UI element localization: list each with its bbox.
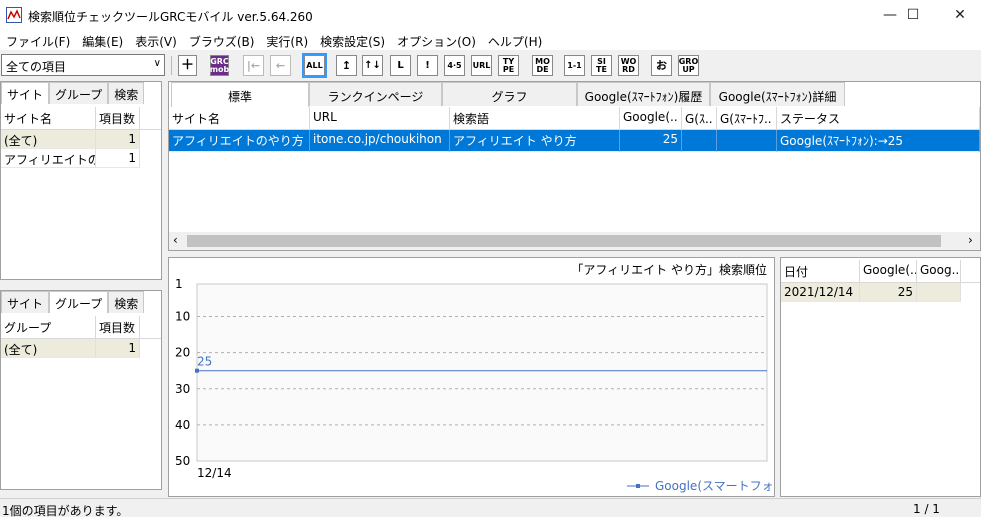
data-label: 25 xyxy=(197,355,212,369)
word-button[interactable]: WO RD xyxy=(618,55,639,76)
status-message: 1個の項目があります。 xyxy=(2,504,129,517)
scrollbar-thumb[interactable] xyxy=(187,235,941,247)
tab-rank-in-page[interactable]: ランクインページ xyxy=(309,82,442,106)
menu-bar: ファイル(F) 編集(E) 表示(V) ブラウズ(B) 実行(R) 検索設定(S… xyxy=(0,30,981,50)
tab-group[interactable]: グループ xyxy=(49,291,109,313)
title-bar: 検索順位チェックツールGRCモバイル ver.5.64.260 — ☐ ✕ xyxy=(0,0,981,30)
site-panel: サイト グループ 検索 サイト名 項目数 (全て) 1 アフィリエイトのや.. … xyxy=(0,81,162,280)
status-bar: 1個の項目があります。 1 / 1 xyxy=(0,498,981,517)
url-button[interactable]: URL xyxy=(471,55,492,76)
menu-run[interactable]: 実行(R) xyxy=(260,30,314,50)
y-tick-label: 10 xyxy=(175,310,190,324)
history-panel: 日付 Google(.. Goog.. 2021/12/14 25 xyxy=(780,257,981,497)
column-header-status[interactable]: ステータス xyxy=(777,107,980,129)
first-button[interactable]: |← xyxy=(243,55,264,76)
tab-site[interactable]: サイト xyxy=(1,291,50,313)
tab-search[interactable]: 検索 xyxy=(108,82,145,104)
toolbar-separator xyxy=(171,56,172,75)
group-button[interactable]: GRO UP xyxy=(678,55,699,76)
app-icon xyxy=(6,7,22,23)
column-header-site-name[interactable]: サイト名 xyxy=(169,107,310,129)
page-indicator: 1 / 1 xyxy=(913,502,940,516)
list-item[interactable]: アフィリエイトのや.. 1 xyxy=(1,149,140,168)
up-rank-button[interactable]: ↥ xyxy=(336,55,357,76)
column-header-google[interactable]: Google(.. xyxy=(860,260,917,282)
updown-button[interactable]: ↑↓ xyxy=(362,55,383,76)
menu-edit[interactable]: 編集(E) xyxy=(76,30,129,50)
tab-group[interactable]: グループ xyxy=(49,82,109,104)
grc-mobile-button[interactable]: GRC mob xyxy=(210,55,229,76)
data-point xyxy=(195,368,199,373)
horizontal-scrollbar[interactable]: ‹ › xyxy=(169,232,980,250)
tab-google-sp-history[interactable]: Google(ｽﾏｰﾄﾌｫﾝ)履歴 xyxy=(577,82,710,106)
chart-title: 「アフィリエイト やり方」検索順位 xyxy=(571,262,767,277)
chart-panel: 「アフィリエイト やり方」検索順位 1 10 20 30 40 50 12/14 25 Googl… xyxy=(168,257,775,497)
close-button[interactable]: ✕ xyxy=(937,0,981,30)
back-button[interactable]: ← xyxy=(270,55,291,76)
type-button[interactable]: TY PE xyxy=(498,55,519,76)
y-tick-label: 30 xyxy=(175,382,190,396)
list-item[interactable]: (全て) 1 xyxy=(1,130,140,149)
filter-dropdown-value: 全ての項目 xyxy=(6,60,67,74)
column-header-date[interactable]: 日付 xyxy=(781,260,860,282)
tab-google-sp-detail[interactable]: Google(ｽﾏｰﾄﾌｫﾝ)詳細 xyxy=(710,82,845,106)
column-header-group[interactable]: グループ xyxy=(1,316,96,338)
column-header-keyword[interactable]: 検索語 xyxy=(450,107,620,129)
scroll-right-icon[interactable]: › xyxy=(968,233,973,247)
y-tick-label: 20 xyxy=(175,346,190,360)
tab-site[interactable]: サイト xyxy=(1,82,50,104)
x-tick-label: 12/14 xyxy=(197,466,232,480)
table-row[interactable]: アフィリエイトのやり方 itone.co.jp/choukihon アフィリエイ… xyxy=(169,130,980,152)
column-header-count[interactable]: 項目数 xyxy=(96,316,140,338)
column-header-url[interactable]: URL xyxy=(310,107,450,129)
maximize-button[interactable]: ☐ xyxy=(890,0,936,30)
alert-button[interactable]: ! xyxy=(417,55,438,76)
column-header-g-sp[interactable]: G(ｽ.. xyxy=(682,107,717,129)
menu-help[interactable]: ヘルプ(H) xyxy=(482,30,548,50)
menu-search-settings[interactable]: 検索設定(S) xyxy=(314,30,391,50)
plot-area xyxy=(196,283,768,462)
site-button[interactable]: SI TE xyxy=(591,55,612,76)
rank-chart: 「アフィリエイト やり方」検索順位 1 10 20 30 40 50 12/14 25 Googl… xyxy=(175,262,774,493)
mode-button[interactable]: MO DE xyxy=(532,55,553,76)
menu-options[interactable]: オプション(O) xyxy=(391,30,482,50)
list-item[interactable]: (全て) 1 xyxy=(1,339,140,358)
column-header-google[interactable]: Google(.. xyxy=(620,107,682,129)
legend-label: Google(スマートフォン) xyxy=(655,479,774,493)
legend-marker xyxy=(636,484,640,488)
column-header-site-name[interactable]: サイト名 xyxy=(1,107,96,129)
rank-range-button[interactable]: 4·5 xyxy=(444,55,465,76)
tab-graph[interactable]: グラフ xyxy=(442,82,577,106)
filter-dropdown[interactable]: 全ての項目 ∨ xyxy=(1,54,165,76)
column-header-count[interactable]: 項目数 xyxy=(96,107,140,129)
scroll-left-icon[interactable]: ‹ xyxy=(173,233,178,247)
y-tick-label: 50 xyxy=(175,454,190,468)
tab-search[interactable]: 検索 xyxy=(108,291,145,313)
menu-view[interactable]: 表示(V) xyxy=(129,30,183,50)
tab-standard[interactable]: 標準 xyxy=(171,82,309,108)
group-panel: サイト グループ 検索 グループ 項目数 (全て) 1 xyxy=(0,290,162,490)
window-title: 検索順位チェックツールGRCモバイル ver.5.64.260 xyxy=(28,10,313,24)
main-panel: 標準 ランクインページ グラフ Google(ｽﾏｰﾄﾌｫﾝ)履歴 Google… xyxy=(168,81,981,251)
menu-file[interactable]: ファイル(F) xyxy=(0,30,76,50)
one-to-one-button[interactable]: 1-1 xyxy=(564,55,585,76)
menu-browse[interactable]: ブラウズ(B) xyxy=(183,30,261,50)
all-button[interactable]: ALL xyxy=(302,53,327,78)
table-row[interactable]: 2021/12/14 25 xyxy=(781,283,961,302)
column-header-google-2[interactable]: Goog.. xyxy=(917,260,961,282)
favorite-button[interactable]: お xyxy=(651,55,672,76)
y-tick-label: 40 xyxy=(175,418,190,432)
toolbar: 全ての項目 ∨ ＋ GRC mob |← ← ALL ↥ ↑↓ L ! 4·5 … xyxy=(0,51,981,79)
chevron-down-icon: ∨ xyxy=(153,58,161,69)
add-item-button[interactable]: ＋ xyxy=(178,55,197,76)
y-tick-label: 1 xyxy=(175,277,183,291)
down-rank-button[interactable]: L xyxy=(390,55,411,76)
column-header-g-smartphone[interactable]: G(ｽﾏｰﾄﾌ.. xyxy=(717,107,777,129)
